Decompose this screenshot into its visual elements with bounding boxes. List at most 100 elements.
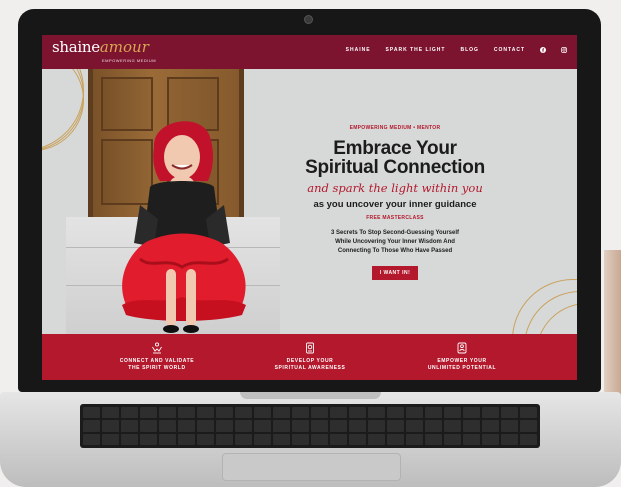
- keyboard-key: [273, 420, 290, 432]
- keyboard-key: [140, 420, 157, 432]
- keyboard-key: [463, 407, 480, 419]
- keyboard-key: [349, 420, 366, 432]
- keyboard-key: [292, 407, 309, 419]
- free-masterclass-label: FREE MASTERCLASS: [366, 215, 424, 221]
- keyboard-key: [102, 420, 119, 432]
- keyboard-key: [425, 420, 442, 432]
- feature-line: CONNECT AND VALIDATE: [119, 358, 195, 364]
- spirit-hands-icon: [152, 342, 162, 354]
- keyboard-key: [140, 433, 157, 445]
- keyboard-key: [501, 420, 518, 432]
- keyboard-key: [178, 407, 195, 419]
- keyboard-key: [444, 433, 461, 445]
- nav-link-shaine[interactable]: SHAINE: [346, 47, 371, 53]
- keyboard-key: [387, 433, 404, 445]
- hero-photo-woman: [122, 121, 246, 333]
- keyboard-key: [197, 433, 214, 445]
- keyboard-key: [83, 407, 100, 419]
- keyboard-key: [178, 433, 195, 445]
- keyboard-key: [121, 420, 138, 432]
- keyboard-key: [368, 433, 385, 445]
- keyboard-key: [349, 407, 366, 419]
- laptop-trackpad: [222, 453, 401, 481]
- awareness-icon: [306, 342, 314, 354]
- keyboard-key: [501, 433, 518, 445]
- keyboard-key: [273, 433, 290, 445]
- keyboard-key: [140, 407, 157, 419]
- keyboard-key: [102, 407, 119, 419]
- keyboard-key: [216, 420, 233, 432]
- keyboard-key: [216, 433, 233, 445]
- keyboard-key: [520, 407, 537, 419]
- gold-arc-decoration: [42, 69, 84, 151]
- keyboard-key: [83, 433, 100, 445]
- keyboard-key: [235, 420, 252, 432]
- keyboard-key: [482, 407, 499, 419]
- keyboard-key: [463, 420, 480, 432]
- nav-link-blog[interactable]: BLOG: [460, 47, 478, 53]
- feature-spiritual-awareness[interactable]: DEVELOP YOUR SPIRITUAL AWARENESS: [240, 342, 380, 372]
- keyboard-key: [330, 407, 347, 419]
- keyboard-key: [520, 420, 537, 432]
- main-nav: SHAINE SPARK THE LIGHT BLOG CONTACT: [346, 47, 567, 53]
- empower-icon: [457, 342, 467, 354]
- hero-subhead: as you uncover your inner guidance: [313, 199, 477, 210]
- keyboard-key: [311, 420, 328, 432]
- keyboard-key: [330, 420, 347, 432]
- keyboard-key: [235, 433, 252, 445]
- keyboard-key: [425, 433, 442, 445]
- hero-headline-line-2: Spiritual Connection: [305, 157, 485, 178]
- logo-script: amour: [99, 38, 149, 56]
- instagram-icon[interactable]: [561, 47, 567, 53]
- cta-button[interactable]: I WANT IN!: [372, 266, 418, 280]
- hero-description-line: While Uncovering Your Inner Wisdom And: [335, 239, 455, 245]
- feature-line: SPIRITUAL AWARENESS: [274, 365, 346, 371]
- nav-link-contact[interactable]: CONTACT: [494, 47, 525, 53]
- keyboard-key: [292, 433, 309, 445]
- keyboard-key: [311, 433, 328, 445]
- hero-description-line: 3 Secrets To Stop Second-Guessing Yourse…: [330, 230, 460, 236]
- hero-headline-line-1: Embrace Your: [333, 138, 457, 159]
- site-logo[interactable]: shaineamour EMPOWERING MEDIUM: [52, 38, 156, 63]
- keyboard-key: [159, 420, 176, 432]
- keyboard-key: [406, 407, 423, 419]
- logo-tagline: EMPOWERING MEDIUM: [102, 58, 157, 63]
- laptop-base: [0, 392, 621, 487]
- keyboard-key: [406, 420, 423, 432]
- keyboard-key: [387, 407, 404, 419]
- hero-section: EMPOWERING MEDIUM • MENTOR Embrace Your …: [42, 69, 577, 334]
- facebook-icon[interactable]: [540, 47, 546, 53]
- feature-spirit-world[interactable]: CONNECT AND VALIDATE THE SPIRIT WORLD: [87, 342, 227, 372]
- feature-line: UNLIMITED POTENTIAL: [427, 365, 497, 371]
- feature-line: EMPOWER YOUR: [437, 358, 487, 364]
- laptop-hinge-lip: [240, 392, 381, 399]
- feature-line: DEVELOP YOUR: [286, 358, 334, 364]
- keyboard-key: [254, 433, 271, 445]
- keyboard-key: [330, 433, 347, 445]
- feature-unlimited-potential[interactable]: EMPOWER YOUR UNLIMITED POTENTIAL: [392, 342, 532, 372]
- keyboard-key: [197, 420, 214, 432]
- nav-link-spark-the-light[interactable]: SPARK THE LIGHT: [386, 47, 446, 53]
- keyboard-key: [197, 407, 214, 419]
- keyboard-key: [406, 433, 423, 445]
- hero-script-line: and spark the light within you: [307, 181, 483, 195]
- keyboard-key: [482, 433, 499, 445]
- feature-line: THE SPIRIT WORLD: [128, 365, 186, 371]
- hero-eyebrow: EMPOWERING MEDIUM • MENTOR: [349, 125, 441, 131]
- keyboard-key: [520, 433, 537, 445]
- keyboard-key: [254, 407, 271, 419]
- keyboard-key: [178, 420, 195, 432]
- keyboard-key: [387, 420, 404, 432]
- keyboard-key: [311, 407, 328, 419]
- background-object: [604, 250, 621, 400]
- keyboard-key: [216, 407, 233, 419]
- hero-description-line: Connecting To Those Who Have Passed: [337, 248, 453, 254]
- logo-name: shaine: [52, 38, 100, 56]
- keyboard-key: [349, 433, 366, 445]
- keyboard-key: [368, 420, 385, 432]
- keyboard-key: [444, 420, 461, 432]
- keyboard-key: [235, 407, 252, 419]
- webcam: [304, 15, 313, 24]
- laptop-bezel: shaineamour EMPOWERING MEDIUM SHAINE SPA…: [18, 9, 601, 392]
- features-bar: CONNECT AND VALIDATE THE SPIRIT WORLD DE…: [42, 334, 577, 380]
